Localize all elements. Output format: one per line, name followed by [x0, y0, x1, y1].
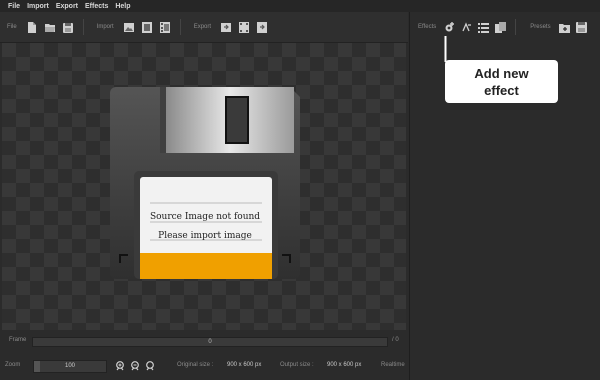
import-prompt-text: Please import image — [158, 231, 252, 241]
menu-help[interactable]: Help — [115, 3, 130, 10]
frame-value: 0 — [208, 339, 212, 345]
import-group-label: Import — [96, 24, 114, 30]
import-image-icon[interactable] — [123, 22, 134, 33]
menu-file[interactable]: File — [8, 3, 20, 10]
output-size-value: 900 x 600 px — [327, 362, 362, 368]
toolbar-divider — [515, 19, 517, 35]
export-sequence-icon[interactable] — [239, 21, 250, 33]
tooltip-pointer — [444, 36, 447, 62]
zoom-out-icon[interactable] — [130, 361, 140, 372]
tooltip-line-1: Add new — [474, 65, 529, 81]
open-folder-icon[interactable] — [44, 22, 55, 33]
effects-toolbar: Effects Presets — [410, 12, 600, 42]
source-not-found-text: Source Image not found — [149, 212, 261, 222]
add-effect-tooltip: Add new effect — [445, 60, 558, 103]
menu-export[interactable]: Export — [56, 3, 78, 10]
new-file-icon[interactable] — [27, 21, 37, 33]
realtime-label[interactable]: Realtime — [381, 362, 405, 368]
effect-layers-icon[interactable] — [495, 21, 507, 33]
export-image-icon[interactable] — [221, 22, 232, 33]
toolbar-divider — [82, 19, 84, 35]
zoom-in-icon[interactable] — [115, 361, 125, 372]
zoom-input[interactable]: 100 — [33, 360, 107, 373]
add-effect-icon[interactable] — [444, 21, 455, 33]
original-size-label: Original size : — [177, 362, 214, 368]
frame-label: Frame — [9, 337, 27, 343]
export-video-icon[interactable] — [257, 21, 268, 33]
tooltip-line-2: effect — [484, 82, 519, 98]
presets-group-label: Presets — [530, 24, 551, 30]
output-size-label: Output size : — [280, 362, 314, 368]
add-preset-icon[interactable] — [558, 22, 570, 33]
main-toolbar: File Import Export — [0, 12, 408, 43]
frame-total: / 0 — [392, 337, 399, 343]
zoom-value: 100 — [64, 363, 75, 369]
import-sequence-icon[interactable] — [141, 21, 152, 33]
effects-list-icon[interactable] — [478, 22, 490, 33]
menu-import[interactable]: Import — [27, 3, 49, 10]
toolbar-divider — [179, 19, 181, 35]
effects-group-label: Effects — [418, 24, 437, 30]
save-preset-icon[interactable] — [575, 21, 587, 33]
original-size-value: 900 x 600 px — [227, 362, 262, 368]
save-icon[interactable] — [62, 22, 73, 33]
export-group-label: Export — [193, 24, 212, 30]
frame-bar: Frame 0 / 0 — [0, 333, 408, 349]
zoom-fit-icon[interactable] — [145, 361, 155, 372]
zoom-handle[interactable] — [34, 361, 40, 372]
menu-bar: File Import Export Effects Help — [0, 0, 600, 12]
frame-slider[interactable]: 0 — [32, 337, 388, 347]
file-group-label: File — [7, 24, 17, 30]
zoom-label: Zoom — [5, 362, 21, 368]
floppy-disk-placeholder — [110, 87, 300, 279]
sort-effects-icon[interactable] — [461, 21, 472, 33]
menu-effects[interactable]: Effects — [85, 3, 108, 10]
status-bar: Zoom 100 Original size : 900 x 600 px Ou… — [0, 358, 408, 376]
import-video-icon[interactable] — [159, 21, 170, 33]
image-canvas[interactable]: Source Image not found Please import ima… — [2, 43, 406, 330]
